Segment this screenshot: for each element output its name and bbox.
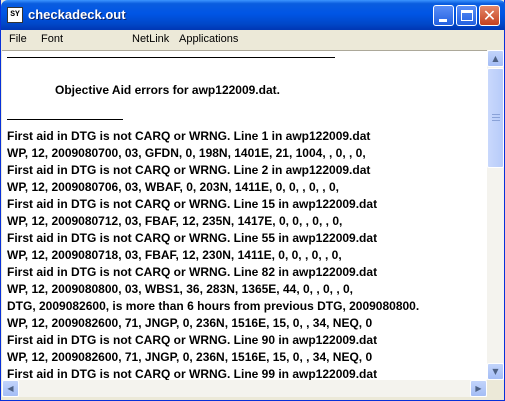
close-button[interactable]: ✕ xyxy=(479,5,500,26)
text-line: WP, 12, 2009080800, 03, WBS1, 36, 283N, … xyxy=(7,282,354,296)
report-heading: Objective Aid errors for awp122009.dat. xyxy=(55,83,280,97)
maximize-button[interactable] xyxy=(456,5,477,26)
text-line: DTG, 2009082600, is more than 6 hours fr… xyxy=(7,299,420,313)
menu-netlink[interactable]: NetLink xyxy=(132,33,169,45)
text-line: First aid in DTG is not CARQ or WRNG. Li… xyxy=(7,163,371,177)
thumb-grip xyxy=(492,114,500,115)
menu-bar: File Font NetLink Applications xyxy=(1,30,504,50)
menu-font[interactable]: Font xyxy=(41,33,63,45)
maximize-icon xyxy=(461,10,473,21)
app-window: SY checkadeck.out ✕ File Font NetLink Ap… xyxy=(0,0,505,401)
text-line: First aid in DTG is not CARQ or WRNG. Li… xyxy=(7,231,378,245)
text-line: First aid in DTG is not CARQ or WRNG. Li… xyxy=(7,265,378,279)
scroll-right-button[interactable]: ▶ xyxy=(470,380,487,397)
top-divider xyxy=(7,57,335,58)
text-content-area[interactable]: Objective Aid errors for awp122009.dat. … xyxy=(2,50,487,380)
text-line: WP, 12, 2009082600, 71, JNGP, 0, 236N, 1… xyxy=(7,316,373,330)
thumb-grip xyxy=(492,117,500,118)
horizontal-scrollbar[interactable]: ◀ ▶ xyxy=(2,380,487,397)
menu-applications[interactable]: Applications xyxy=(179,33,238,45)
title-bar[interactable]: SY checkadeck.out ✕ xyxy=(1,0,505,30)
text-line: First aid in DTG is not CARQ or WRNG. Li… xyxy=(7,129,371,143)
text-line: WP, 12, 2009080718, 03, FBAF, 12, 230N, … xyxy=(7,248,342,262)
text-line: First aid in DTG is not CARQ or WRNG. Li… xyxy=(7,367,378,380)
resize-grip[interactable] xyxy=(487,380,504,397)
text-line: First aid in DTG is not CARQ or WRNG. Li… xyxy=(7,197,378,211)
minimize-icon xyxy=(439,19,447,22)
text-line: WP, 12, 2009080706, 03, WBAF, 0, 203N, 1… xyxy=(7,180,339,194)
scroll-down-button[interactable]: ▼ xyxy=(487,363,504,380)
minimize-button[interactable] xyxy=(433,5,454,26)
thumb-grip xyxy=(492,120,500,121)
close-icon: ✕ xyxy=(482,6,497,25)
heading-underline xyxy=(7,119,123,120)
text-line: WP, 12, 2009080712, 03, FBAF, 12, 235N, … xyxy=(7,214,343,228)
scroll-up-button[interactable]: ▲ xyxy=(487,50,504,67)
vertical-scroll-thumb[interactable] xyxy=(487,68,504,168)
scroll-left-button[interactable]: ◀ xyxy=(2,380,19,397)
app-icon[interactable]: SY xyxy=(7,7,23,23)
text-line: First aid in DTG is not CARQ or WRNG. Li… xyxy=(7,333,378,347)
menu-file[interactable]: File xyxy=(9,33,27,45)
window-title: checkadeck.out xyxy=(28,7,126,22)
vertical-scrollbar[interactable]: ▲ ▼ xyxy=(487,50,504,380)
text-line: WP, 12, 2009082600, 71, JNGP, 0, 236N, 1… xyxy=(7,350,373,364)
text-line: WP, 12, 2009080700, 03, GFDN, 0, 198N, 1… xyxy=(7,146,366,160)
